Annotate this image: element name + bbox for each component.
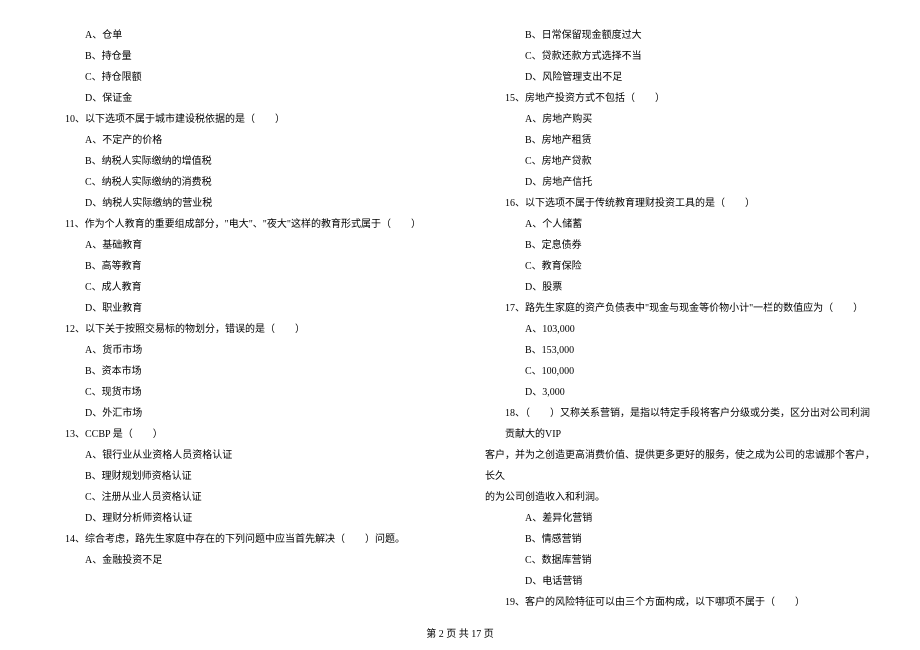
- q16-option-c: C、教育保险: [485, 256, 875, 277]
- q18-stem-line2: 客户，并为之创造更高消费价值、提供更多更好的服务，使之成为公司的忠诚那个客户，长…: [485, 445, 875, 487]
- q10-option-a: A、不定产的价格: [45, 130, 435, 151]
- q12-stem: 12、以下关于按照交易标的物划分，错误的是（ ）: [45, 319, 435, 340]
- q14-option-b: B、日常保留现金额度过大: [485, 25, 875, 46]
- q18-option-a: A、差异化营销: [485, 508, 875, 529]
- q14-stem: 14、综合考虑，路先生家庭中存在的下列问题中应当首先解决（ ）问题。: [45, 529, 435, 550]
- q18-option-c: C、数据库营销: [485, 550, 875, 571]
- q18-option-b: B、情感营销: [485, 529, 875, 550]
- q15-option-c: C、房地产贷款: [485, 151, 875, 172]
- q10-option-c: C、纳税人实际缴纳的消费税: [45, 172, 435, 193]
- q12-option-d: D、外汇市场: [45, 403, 435, 424]
- two-column-layout: A、仓单 B、持仓量 C、持仓限额 D、保证金 10、以下选项不属于城市建设税依…: [45, 25, 875, 610]
- q9-option-a: A、仓单: [45, 25, 435, 46]
- q15-stem: 15、房地产投资方式不包括（ ）: [485, 88, 875, 109]
- q12-option-a: A、货币市场: [45, 340, 435, 361]
- q12-option-b: B、资本市场: [45, 361, 435, 382]
- q9-option-d: D、保证金: [45, 88, 435, 109]
- q18-stem-line3: 的为公司创造收入和利润。: [485, 487, 875, 508]
- q11-stem: 11、作为个人教育的重要组成部分，"电大"、"夜大"这样的教育形式属于（ ）: [45, 214, 435, 235]
- q18-stem-line1: 18、（ ）又称关系营销，是指以特定手段将客户分级或分类，区分出对公司利润贡献大…: [485, 403, 875, 445]
- q9-option-b: B、持仓量: [45, 46, 435, 67]
- q10-option-b: B、纳税人实际缴纳的增值税: [45, 151, 435, 172]
- q18-option-d: D、电话营销: [485, 571, 875, 592]
- q14-option-c: C、贷款还款方式选择不当: [485, 46, 875, 67]
- right-column: B、日常保留现金额度过大 C、贷款还款方式选择不当 D、风险管理支出不足 15、…: [485, 25, 875, 610]
- q10-option-d: D、纳税人实际缴纳的营业税: [45, 193, 435, 214]
- page-footer: 第 2 页 共 17 页: [0, 625, 920, 640]
- q16-option-b: B、定息债券: [485, 235, 875, 256]
- q15-option-a: A、房地产购买: [485, 109, 875, 130]
- q14-option-d: D、风险管理支出不足: [485, 67, 875, 88]
- q13-option-a: A、银行业从业资格人员资格认证: [45, 445, 435, 466]
- q16-option-d: D、股票: [485, 277, 875, 298]
- q10-stem: 10、以下选项不属于城市建设税依据的是（ ）: [45, 109, 435, 130]
- q11-option-c: C、成人教育: [45, 277, 435, 298]
- q17-option-b: B、153,000: [485, 340, 875, 361]
- q11-option-d: D、职业教育: [45, 298, 435, 319]
- q12-option-c: C、现货市场: [45, 382, 435, 403]
- q16-option-a: A、个人储蓄: [485, 214, 875, 235]
- q17-option-a: A、103,000: [485, 319, 875, 340]
- q13-option-b: B、理财规划师资格认证: [45, 466, 435, 487]
- left-column: A、仓单 B、持仓量 C、持仓限额 D、保证金 10、以下选项不属于城市建设税依…: [45, 25, 435, 610]
- q11-option-b: B、高等教育: [45, 256, 435, 277]
- q16-stem: 16、以下选项不属于传统教育理财投资工具的是（ ）: [485, 193, 875, 214]
- q15-option-d: D、房地产信托: [485, 172, 875, 193]
- q14-option-a: A、金融投资不足: [45, 550, 435, 571]
- q19-stem: 19、客户的风险特征可以由三个方面构成，以下哪项不属于（ ）: [485, 592, 875, 613]
- q17-option-d: D、3,000: [485, 382, 875, 403]
- q9-option-c: C、持仓限额: [45, 67, 435, 88]
- q13-option-c: C、注册从业人员资格认证: [45, 487, 435, 508]
- q13-option-d: D、理财分析师资格认证: [45, 508, 435, 529]
- q13-stem: 13、CCBP 是（ ）: [45, 424, 435, 445]
- q15-option-b: B、房地产租赁: [485, 130, 875, 151]
- q11-option-a: A、基础教育: [45, 235, 435, 256]
- q17-stem: 17、路先生家庭的资产负债表中"现金与现金等价物小计"一栏的数值应为（ ）: [485, 298, 875, 319]
- q17-option-c: C、100,000: [485, 361, 875, 382]
